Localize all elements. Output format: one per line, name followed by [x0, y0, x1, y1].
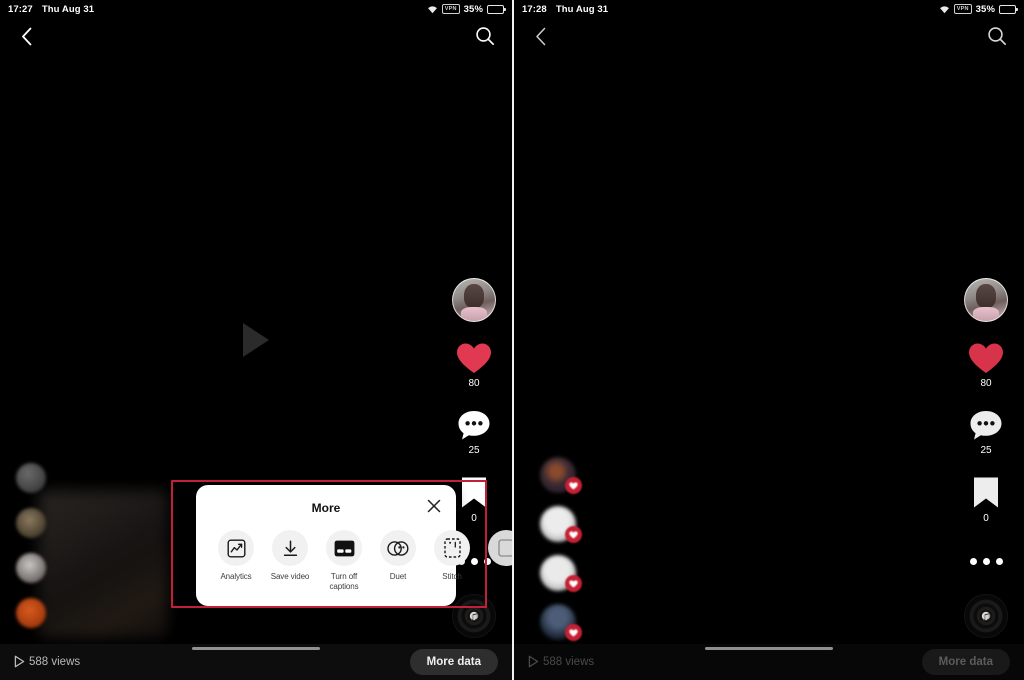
more-item-label: Duet [389, 572, 407, 581]
list-item [540, 457, 582, 494]
more-menu-screen: 17:27 Thu Aug 31 VPN 35% 80 25 0 ♫ More … [0, 0, 512, 680]
status-date: Thu Aug 31 [41, 3, 95, 15]
more-sheet-items: Analytics Save video Turn off captions D… [196, 530, 512, 592]
action-rail: 80 25 0 ♫ [962, 278, 1010, 638]
nav-bar [0, 18, 512, 54]
heart-badge-icon [565, 575, 582, 592]
views-status: 588 views [528, 655, 595, 668]
stitch-frame-icon [434, 530, 470, 566]
nav-bar [514, 18, 1024, 54]
bookmark-count: 0 [471, 513, 477, 524]
play-outline-icon [528, 655, 539, 668]
vpn-badge: VPN [441, 4, 460, 14]
more-data-button[interactable]: More data [921, 649, 1010, 675]
creator-avatar[interactable] [452, 278, 496, 322]
more-item-label: Save video [270, 572, 310, 581]
comment-count: 25 [980, 445, 992, 456]
more-item-analytics[interactable]: Analytics [210, 530, 262, 592]
search-icon[interactable] [472, 23, 498, 49]
list-item [16, 463, 46, 493]
status-time: 17:28 [522, 3, 547, 15]
views-label: 588 views [543, 656, 595, 668]
battery-percent: 35% [463, 3, 483, 15]
status-date: Thu Aug 31 [555, 3, 609, 15]
like-count: 80 [468, 378, 480, 389]
three-dots-icon [969, 544, 1003, 578]
partial-icon [488, 530, 512, 566]
like-count: 80 [980, 378, 992, 389]
bookmark-count: 0 [983, 513, 989, 524]
more-sheet-header: More [196, 498, 456, 518]
more-item-partial[interactable] [480, 530, 512, 592]
more-item-label: Analytics [220, 572, 252, 581]
bookmark-button[interactable]: 0 [460, 476, 488, 524]
status-bar: 17:28 Thu Aug 31 VPN 35% [514, 0, 1024, 18]
video-stage[interactable] [514, 0, 1024, 680]
more-item-save-video[interactable]: Save video [264, 530, 316, 592]
like-button[interactable]: 80 [968, 342, 1004, 389]
list-item [16, 508, 46, 538]
battery-icon [999, 4, 1018, 14]
screenshot-pair: 17:27 Thu Aug 31 VPN 35% 80 25 0 ♫ More … [0, 0, 1024, 680]
heart-icon [968, 342, 1004, 375]
battery-percent: 35% [975, 3, 995, 15]
bookmark-button[interactable]: 0 [972, 476, 1000, 524]
more-item-stitch[interactable]: Stitch [426, 530, 478, 592]
heart-badge-icon [565, 477, 582, 494]
bookmark-icon [460, 476, 488, 510]
commenter-avatar-list [540, 457, 582, 641]
more-data-button[interactable]: More data [409, 649, 498, 675]
heart-badge-icon [565, 624, 582, 641]
status-bar: 17:27 Thu Aug 31 VPN 35% [0, 0, 512, 18]
wifi-icon [427, 5, 438, 14]
comment-button[interactable]: 25 [457, 409, 491, 456]
play-triangle-icon [243, 323, 269, 357]
close-x-icon[interactable] [427, 499, 443, 515]
more-item-turn-off-captions[interactable]: Turn off captions [318, 530, 370, 592]
captions-icon [326, 530, 362, 566]
battery-icon [487, 4, 506, 14]
list-item [540, 506, 582, 543]
heart-icon [456, 342, 492, 375]
more-item-duet[interactable]: Duet [372, 530, 424, 592]
download-arrow-icon [272, 530, 308, 566]
bookmark-icon [972, 476, 1000, 510]
delete-dialog-screen: 17:28 Thu Aug 31 VPN 35% 80 25 0 ♫ 588 v… [512, 0, 1024, 680]
duet-circles-icon [380, 530, 416, 566]
comment-bubble-icon [457, 409, 491, 442]
analytics-chart-icon [218, 530, 254, 566]
status-time: 17:27 [8, 3, 33, 15]
comment-button[interactable]: 25 [969, 409, 1003, 456]
back-button[interactable] [14, 24, 38, 48]
more-item-label: Stitch [442, 572, 462, 581]
play-outline-icon [14, 655, 25, 668]
music-note-glyph: ♫ [468, 608, 480, 624]
more-sheet-title: More [311, 501, 341, 515]
heart-badge-icon [565, 526, 582, 543]
more-item-label: Turn off captions [329, 572, 359, 591]
list-item [540, 604, 582, 641]
music-note-glyph: ♫ [980, 608, 992, 624]
wifi-icon [939, 5, 950, 14]
music-disc-icon[interactable]: ♫ [964, 594, 1008, 638]
home-indicator [192, 647, 320, 650]
like-button[interactable]: 80 [456, 342, 492, 389]
list-item [16, 553, 46, 583]
more-options-button[interactable] [969, 544, 1003, 578]
list-item [16, 598, 46, 628]
music-disc-icon[interactable]: ♫ [452, 594, 496, 638]
vpn-badge: VPN [953, 4, 972, 14]
creator-avatar[interactable] [964, 278, 1008, 322]
commenter-avatar-list [16, 463, 56, 628]
comment-bubble-icon [969, 409, 1003, 442]
views-status: 588 views [14, 655, 81, 668]
blurred-comment-overlay [38, 490, 168, 638]
comment-count: 25 [468, 445, 480, 456]
list-item [540, 555, 582, 592]
views-label: 588 views [29, 656, 81, 668]
back-button[interactable] [528, 24, 552, 48]
more-sheet: More Analytics Save video Turn off capti… [196, 485, 512, 606]
home-indicator [705, 647, 833, 650]
search-icon[interactable] [984, 23, 1010, 49]
